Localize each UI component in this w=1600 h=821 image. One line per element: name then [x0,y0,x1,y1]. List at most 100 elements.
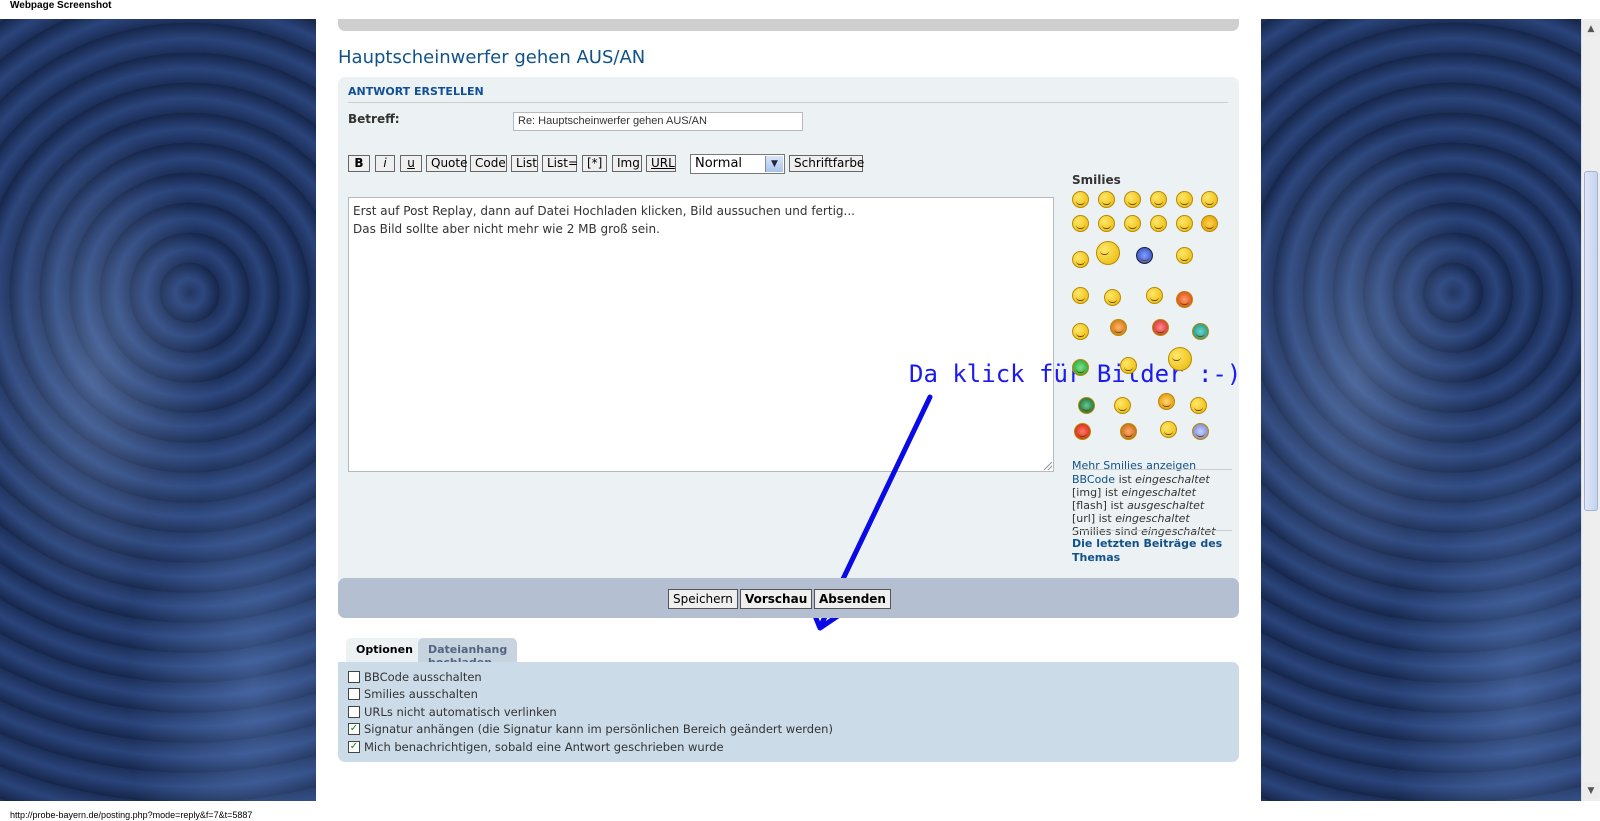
scroll-down-icon[interactable]: ▼ [1583,783,1599,799]
option-row[interactable]: ✓ Signatur anhängen (die Signatur kann i… [348,721,1229,739]
italic-button[interactable]: i [375,155,395,172]
list-ordered-button[interactable]: List= [542,155,578,172]
smiley-sign-icon[interactable] [1104,289,1121,306]
topic-title[interactable]: Hauptscheinwerfer gehen AUS/AN [338,47,645,68]
smiley-laugh-icon[interactable] [1201,191,1218,208]
smiley-twisted-icon[interactable] [1150,215,1167,232]
bold-button[interactable]: B [348,155,370,172]
smiley-heart-icon[interactable] [1152,319,1169,336]
list-button[interactable]: List [511,155,538,172]
flash-status-text: [flash] ist [1072,499,1124,512]
smiley-blush-icon[interactable] [1110,319,1127,336]
smiley-cool-icon[interactable] [1176,191,1193,208]
subject-input[interactable]: Re: Hauptscheinwerfer gehen AUS/AN [513,112,803,131]
smilies-grid [1072,191,1232,457]
url-status-value: eingeschaltet [1115,512,1190,525]
smiley-think-icon[interactable] [1072,287,1089,304]
window-title: Webpage Screenshot [0,0,1600,19]
scroll-up-icon[interactable]: ▲ [1583,21,1599,37]
smiley-graduate-icon[interactable] [1146,287,1163,304]
preview-button[interactable]: Vorschau [740,589,813,609]
smiley-tongue-icon[interactable] [1120,357,1137,374]
smiley-rock-icon[interactable] [1074,423,1091,440]
smiley-eek-icon[interactable] [1124,215,1141,232]
status-bar-url: http://probe-bayern.de/posting.php?mode=… [0,801,1600,821]
smiley-confused-icon[interactable] [1150,191,1167,208]
options-panel: BBCode ausschalten Smilies ausschalten U… [338,662,1239,762]
smiley-thumb-icon[interactable] [1160,421,1177,438]
smiley-hand-icon[interactable] [1072,359,1089,376]
option-label: BBCode ausschalten [364,669,482,684]
checkbox[interactable] [348,688,360,701]
font-size-select[interactable]: Normal ▼ [690,154,785,174]
font-size-value: Normal [695,156,743,171]
option-label: Signatur anhängen (die Signatur kann im … [364,722,833,737]
bbcode-status: BBCode ist eingeschaltet [img] ist einge… [1072,469,1232,538]
checkbox-checked[interactable]: ✓ [348,740,360,753]
flash-status-value: ausgeschaltet [1127,499,1205,512]
smilies-box: Smilies Mehr Smilies anzeigen [1072,173,1232,472]
message-line: Erst auf Post Replay, dann auf Datei Hoc… [353,204,855,218]
bbcode-status-value: eingeschaltet [1135,473,1210,486]
bbcode-help-link[interactable]: BBCode [1072,473,1115,486]
option-row[interactable]: URLs nicht automatisch verlinken [348,703,1229,721]
smiley-sad-icon[interactable] [1072,191,1089,208]
code-button[interactable]: Code [470,155,507,172]
smiley-arrow-icon[interactable] [1201,215,1218,232]
option-row[interactable]: ✓ Mich benachrichtigen, sobald eine Antw… [348,738,1229,756]
smiley-sick-icon[interactable] [1192,323,1209,340]
submit-bar: Speichern Vorschau Absenden [338,578,1239,618]
smiley-sleep-icon[interactable] [1176,247,1193,264]
smiley-mad-icon[interactable] [1072,215,1089,232]
option-label: Smilies ausschalten [364,687,478,702]
smilies-title: Smilies [1072,173,1121,187]
background-right [1261,19,1581,801]
option-label: URLs nicht automatisch verlinken [364,704,557,719]
option-row[interactable]: Smilies ausschalten [348,686,1229,704]
smiley-whistle-icon[interactable] [1072,323,1089,340]
page-scrollbar[interactable]: ▲ ▼ [1581,19,1600,801]
option-label: Mich benachrichtigen, sobald eine Antwor… [364,739,724,754]
subject-label: Betreff: [348,112,400,126]
save-button[interactable]: Speichern [668,589,738,609]
url-button[interactable]: URL [646,155,676,172]
checkbox[interactable] [348,670,360,683]
font-color-button[interactable]: Schriftfarbe [789,155,864,172]
tab-options[interactable]: Optionen [346,638,423,662]
smiley-grin-icon[interactable] [1072,251,1089,268]
chevron-down-icon[interactable]: ▼ [765,156,783,172]
quote-button[interactable]: Quote [426,155,467,172]
smiley-ball-icon[interactable] [1136,247,1153,264]
underline-button[interactable]: u [400,155,422,172]
img-button[interactable]: Img [612,155,642,172]
checkbox-checked[interactable]: ✓ [348,723,360,736]
submit-button[interactable]: Absenden [814,589,891,609]
smiley-bounce-icon[interactable] [1158,393,1175,410]
smiley-key-icon[interactable] [1190,397,1207,414]
list-item-button[interactable]: [*] [582,155,607,172]
smiley-guitar-icon[interactable] [1120,423,1137,440]
img-status-text: [img] ist [1072,486,1118,499]
smiley-question-icon[interactable] [1176,215,1193,232]
resize-grip-icon[interactable] [1044,462,1052,470]
bottom-links-cutoff [338,783,1239,793]
smiley-bye-icon[interactable] [1168,347,1192,371]
message-line: Das Bild sollte aber nicht mehr wie 2 MB… [353,222,660,236]
bbcode-status-text: ist [1118,473,1132,486]
smiley-wave-icon[interactable] [1096,241,1120,265]
last-posts-link[interactable]: Die letzten Beiträge des Themas [1072,530,1232,565]
smiley-evil-icon[interactable] [1098,215,1115,232]
img-status-value: eingeschaltet [1121,486,1196,499]
option-row[interactable]: BBCode ausschalten [348,668,1229,686]
smiley-music-icon[interactable] [1114,397,1131,414]
section-title: Antwort erstellen [348,85,1228,103]
tab-attachments[interactable]: Dateianhang hochladen [418,638,518,669]
smiley-shy-icon[interactable] [1078,397,1095,414]
smiley-shocked-icon[interactable] [1124,191,1141,208]
scroll-thumb[interactable] [1584,171,1598,511]
smiley-devil-icon[interactable] [1176,291,1193,308]
smiley-surprised-icon[interactable] [1098,191,1115,208]
smiley-alien-icon[interactable] [1192,423,1209,440]
checkbox[interactable] [348,705,360,718]
background-left [0,19,316,801]
